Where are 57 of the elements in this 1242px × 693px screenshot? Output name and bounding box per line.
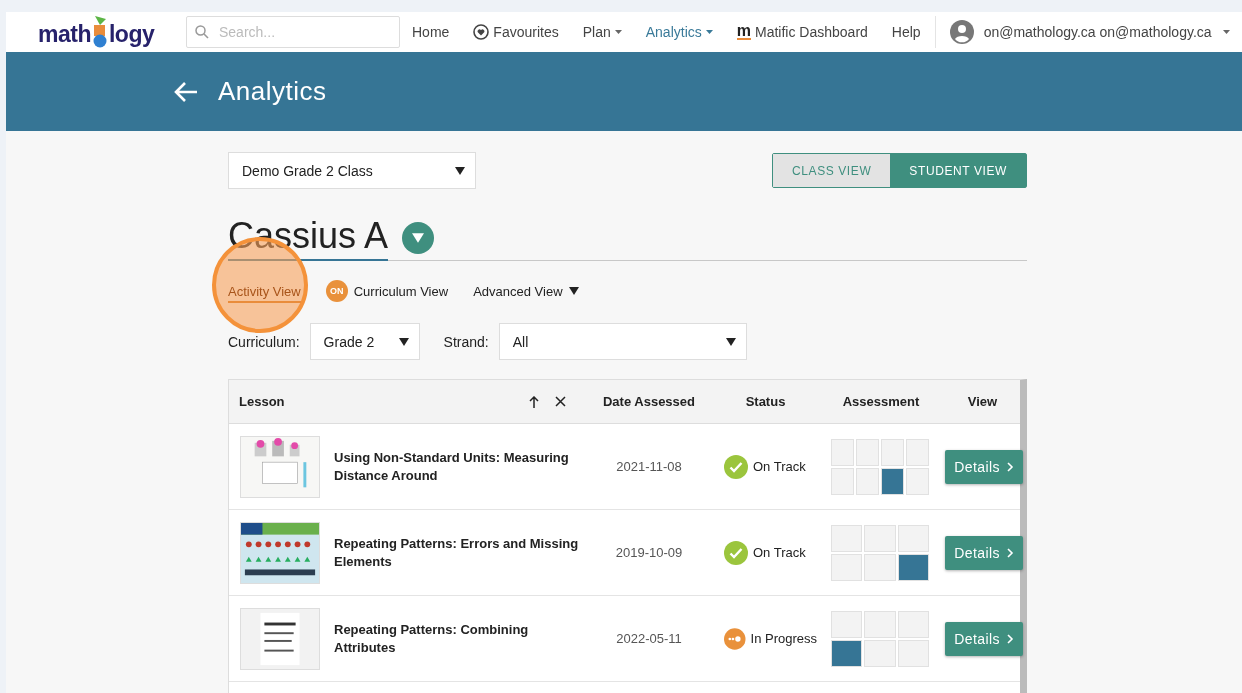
chevron-right-icon	[1006, 547, 1014, 558]
logo[interactable]: math logy	[38, 16, 162, 48]
status-text: In Progress	[750, 631, 817, 646]
chevron-right-icon	[1006, 461, 1014, 472]
caret-icon	[614, 30, 622, 34]
student-dropdown-button[interactable]	[402, 221, 435, 254]
progress-icon	[724, 626, 746, 651]
details-button[interactable]: Details	[945, 621, 1023, 656]
check-icon	[724, 454, 748, 479]
nav-link[interactable]: Favourites	[473, 24, 559, 40]
lesson-title: Repeating Patterns: Combining Attributes	[334, 620, 530, 657]
caret-icon	[725, 337, 736, 346]
check-icon	[724, 540, 748, 565]
caret-icon	[705, 30, 713, 34]
nav-link[interactable]: m Matific Dashboard	[736, 24, 868, 40]
view-tab[interactable]: ON Curriculum View	[325, 278, 449, 306]
caret-icon	[398, 337, 409, 346]
view-toggle-button[interactable]: STUDENT VIEW	[890, 154, 1026, 187]
close-icon[interactable]	[555, 395, 566, 407]
details-button[interactable]: Details	[945, 449, 1023, 484]
sort-arrow-icon[interactable]	[529, 395, 539, 408]
search-field[interactable]: Search...	[186, 16, 400, 48]
column-header: Date Assessed	[602, 394, 696, 409]
date-cell-text: 2019-10-09	[614, 545, 684, 560]
status-text: On Track	[753, 459, 806, 474]
matific-logo: m	[736, 24, 751, 40]
column-header: Assessment	[841, 394, 921, 409]
avatar-icon[interactable]	[949, 20, 974, 44]
filter-select[interactable]: Grade 2	[309, 323, 420, 360]
nav-link[interactable]: Plan	[582, 24, 622, 40]
nav-link[interactable]: Analytics	[645, 24, 713, 40]
caret-icon	[1223, 30, 1230, 34]
nav-link[interactable]: Home	[412, 24, 450, 40]
view-tab[interactable]: Advanced View	[473, 281, 579, 303]
chevron-right-icon	[1006, 633, 1014, 644]
lesson-title: Repeating Patterns: Errors and Missing Elements	[334, 534, 580, 571]
column-header: Status	[744, 394, 787, 409]
back-arrow-icon[interactable]	[174, 80, 198, 103]
nav-link[interactable]: Help	[891, 24, 921, 40]
search-icon	[195, 25, 209, 39]
column-header: View	[966, 394, 999, 409]
date-cell-text: 2021-11-08	[615, 459, 683, 474]
caret-icon	[568, 287, 579, 295]
filter-label: Curriculum:	[228, 333, 300, 350]
user-email[interactable]: on@mathology.ca on@mathology.ca	[983, 24, 1212, 40]
on-badge: ON	[325, 280, 348, 302]
status-text: On Track	[753, 545, 806, 560]
page-title: Analytics	[218, 76, 327, 107]
caret-icon	[412, 232, 425, 243]
filter-select[interactable]: All	[498, 323, 747, 360]
filter-label: Strand:	[443, 333, 489, 350]
details-button[interactable]: Details	[945, 535, 1023, 570]
lesson-title: Using Non-Standard Units: Measuring Distance Around	[334, 448, 570, 485]
caret-icon	[455, 166, 465, 175]
column-header: Lesson	[239, 394, 285, 409]
date-cell-text: 2022-05-11	[615, 631, 683, 646]
class-select[interactable]: Demo Grade 2 Class	[228, 152, 476, 189]
